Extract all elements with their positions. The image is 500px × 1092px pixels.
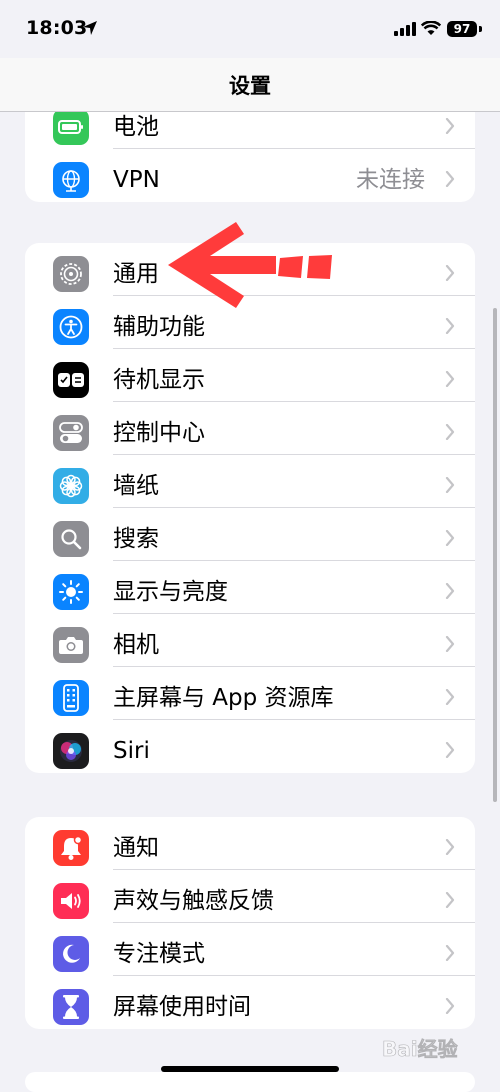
settings-row-vpn[interactable]: VPN 未连接 bbox=[25, 149, 475, 202]
chevron-right-icon bbox=[445, 371, 455, 387]
settings-row-siri[interactable]: Siri bbox=[25, 720, 475, 773]
settings-row-label: 待机显示 bbox=[113, 367, 205, 393]
settings-group-notifications: 通知 声效与触感反馈 专注模式 屏幕使用时间 bbox=[25, 817, 475, 1029]
chevron-right-icon bbox=[445, 118, 455, 134]
chevron-right-icon bbox=[445, 318, 455, 334]
vpn-status-value: 未连接 bbox=[356, 167, 425, 193]
settings-row-label: Siri bbox=[113, 738, 150, 764]
camera-icon bbox=[53, 627, 89, 663]
speaker-icon bbox=[53, 883, 89, 919]
settings-row-display-brightness[interactable]: 显示与亮度 bbox=[25, 561, 475, 614]
chevron-right-icon bbox=[445, 742, 455, 758]
settings-row-home-screen-app-library[interactable]: 主屏幕与 App 资源库 bbox=[25, 667, 475, 720]
red-arrow-annotation bbox=[168, 222, 332, 308]
chevron-right-icon bbox=[445, 583, 455, 599]
chevron-right-icon bbox=[445, 689, 455, 705]
siri-icon bbox=[53, 733, 89, 769]
settings-row-label: 声效与触感反馈 bbox=[113, 888, 274, 914]
settings-row-label: 搜索 bbox=[113, 526, 159, 552]
chevron-right-icon bbox=[445, 998, 455, 1014]
settings-row-notifications[interactable]: 通知 bbox=[25, 817, 475, 870]
moon-icon bbox=[53, 936, 89, 972]
settings-row-camera[interactable]: 相机 bbox=[25, 614, 475, 667]
wifi-icon bbox=[421, 21, 441, 35]
settings-row-search[interactable]: 搜索 bbox=[25, 508, 475, 561]
flower-icon bbox=[53, 468, 89, 504]
battery-tip bbox=[479, 26, 482, 32]
gear-icon bbox=[53, 256, 89, 292]
sun-icon bbox=[53, 574, 89, 610]
phone-grid-icon bbox=[53, 680, 89, 716]
hourglass-icon bbox=[53, 989, 89, 1025]
settings-row-label: 控制中心 bbox=[113, 420, 205, 446]
settings-row-label: VPN bbox=[113, 167, 160, 193]
settings-row-focus[interactable]: 专注模式 bbox=[25, 923, 475, 976]
chevron-right-icon bbox=[445, 892, 455, 908]
settings-row-label: 相机 bbox=[113, 632, 159, 658]
settings-row-sounds-haptics[interactable]: 声效与触感反馈 bbox=[25, 870, 475, 923]
settings-row-label: 屏幕使用时间 bbox=[113, 994, 251, 1020]
watermark-text: Bai经验 bbox=[382, 1037, 458, 1061]
settings-row-standby[interactable]: 待机显示 bbox=[25, 349, 475, 402]
settings-row-label: 通知 bbox=[113, 835, 159, 861]
settings-row-label: 墙纸 bbox=[113, 473, 159, 499]
home-indicator[interactable] bbox=[161, 1066, 339, 1072]
settings-group-general: 通用 辅助功能 待机显示 控制中心 墙纸 搜索 显示与亮度 相机 主屏幕与 Ap… bbox=[25, 243, 475, 773]
location-arrow-icon bbox=[83, 21, 97, 35]
chevron-right-icon bbox=[445, 171, 455, 187]
chevron-right-icon bbox=[445, 839, 455, 855]
accessibility-icon bbox=[53, 309, 89, 345]
settings-group-next-partial bbox=[25, 1072, 475, 1092]
settings-row-label: 显示与亮度 bbox=[113, 579, 228, 605]
chevron-right-icon bbox=[445, 945, 455, 961]
settings-row-label: 辅助功能 bbox=[113, 314, 205, 340]
settings-row-label: 专注模式 bbox=[113, 941, 205, 967]
globe-icon bbox=[53, 162, 89, 198]
status-time: 18:03 bbox=[26, 17, 88, 39]
standby-icon bbox=[53, 362, 89, 398]
chevron-right-icon bbox=[445, 530, 455, 546]
settings-row-label: 电池 bbox=[113, 114, 159, 140]
search-icon bbox=[53, 521, 89, 557]
page-title: 设置 bbox=[229, 74, 271, 98]
battery-indicator: 97 bbox=[447, 21, 477, 37]
chevron-right-icon bbox=[445, 265, 455, 281]
battery-icon bbox=[53, 109, 89, 145]
settings-row-wallpaper[interactable]: 墙纸 bbox=[25, 455, 475, 508]
settings-row-label: 主屏幕与 App 资源库 bbox=[113, 685, 334, 711]
settings-row-label: 通用 bbox=[113, 261, 159, 287]
settings-row-control-center[interactable]: 控制中心 bbox=[25, 402, 475, 455]
bell-icon bbox=[53, 830, 89, 866]
chevron-right-icon bbox=[445, 424, 455, 440]
scrollbar[interactable] bbox=[493, 308, 497, 802]
chevron-right-icon bbox=[445, 636, 455, 652]
status-bar: 18:03 97 bbox=[0, 0, 500, 58]
chevron-right-icon bbox=[445, 477, 455, 493]
cellular-signal-icon bbox=[394, 22, 416, 36]
navigation-bar: 设置 bbox=[0, 58, 500, 112]
baidu-jingyan-watermark: Bai经验 bbox=[380, 1022, 480, 1072]
toggles-icon bbox=[53, 415, 89, 451]
